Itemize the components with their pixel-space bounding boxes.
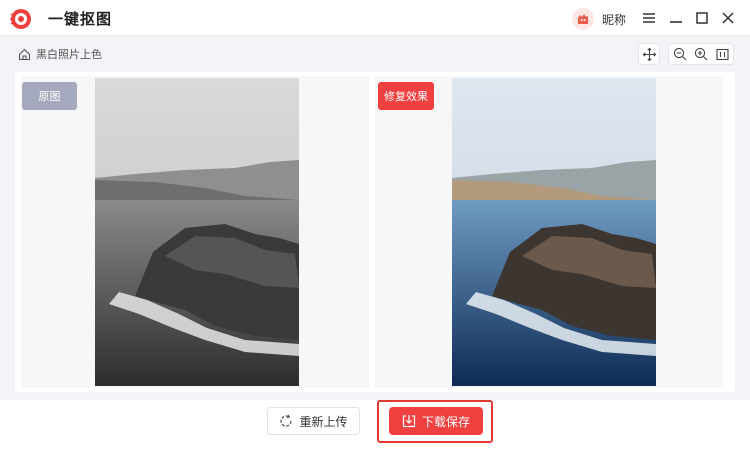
app-title: 一键抠图 (48, 10, 113, 28)
minimize-icon[interactable] (667, 9, 685, 27)
move-tool-group (638, 43, 660, 65)
zoom-in-icon[interactable] (690, 44, 711, 64)
zoom-tool-group (668, 43, 734, 65)
result-pane: 修复效果 (375, 76, 723, 388)
app-logo-icon (10, 9, 31, 29)
download-label: 下载保存 (421, 414, 470, 429)
original-photo[interactable] (95, 78, 299, 386)
breadcrumb-label: 黑白照片上色 (36, 48, 102, 61)
fit-screen-icon[interactable] (712, 44, 733, 64)
reupload-label: 重新上传 (299, 414, 348, 429)
compare-card: 原图 修复效果 (15, 72, 735, 392)
refresh-icon (280, 414, 293, 427)
avatar[interactable] (572, 8, 594, 30)
download-icon (402, 415, 416, 428)
compare-area: 原图 修复效果 (0, 72, 750, 400)
move-icon[interactable] (639, 44, 659, 64)
result-photo[interactable] (452, 78, 656, 386)
original-pane: 原图 (21, 76, 369, 388)
zoom-out-icon[interactable] (669, 44, 690, 64)
maximize-icon[interactable] (693, 9, 711, 27)
menu-icon[interactable] (640, 9, 658, 27)
sub-toolbar: 黑白照片上色 (0, 36, 750, 72)
download-button[interactable]: 下载保存 (389, 407, 483, 435)
home-icon (18, 48, 31, 60)
user-avatar-icon (578, 14, 588, 24)
nickname[interactable]: 昵称 (602, 11, 626, 28)
reupload-button[interactable]: 重新上传 (267, 407, 360, 435)
original-tag: 原图 (22, 82, 77, 110)
title-bar: 一键抠图 昵称 (0, 0, 750, 36)
result-tag: 修复效果 (378, 82, 434, 110)
breadcrumb[interactable]: 黑白照片上色 (18, 46, 102, 62)
close-icon[interactable] (719, 9, 737, 27)
